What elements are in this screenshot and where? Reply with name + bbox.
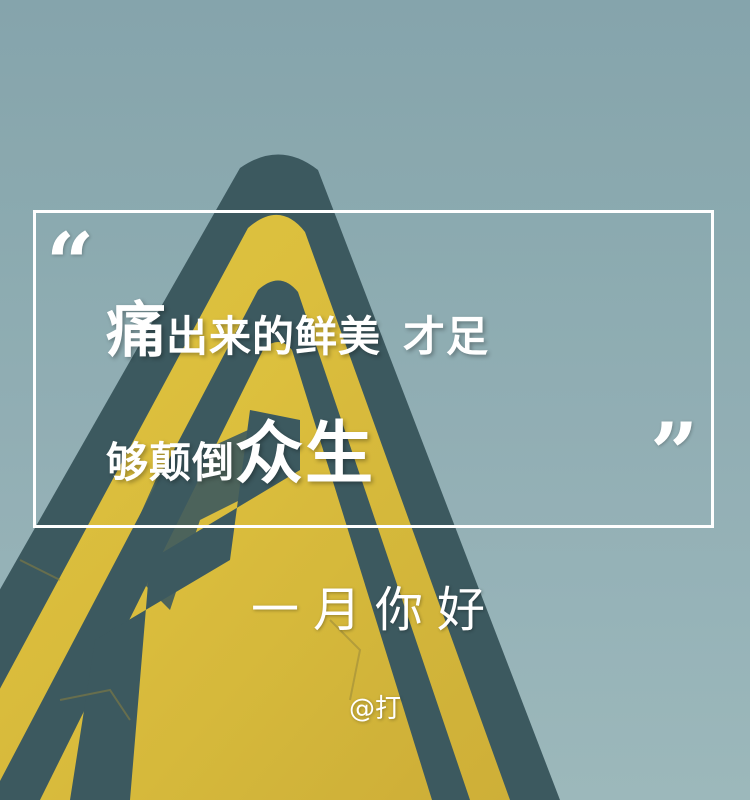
subtitle: 一月你好	[250, 582, 499, 638]
quote-text: 出来的鲜美	[166, 312, 382, 361]
open-quote-mark: “	[46, 214, 95, 313]
author-handle: @打	[348, 694, 401, 724]
quote-text: 够颠倒	[106, 438, 236, 487]
quote-text-tail: 才足	[403, 312, 490, 361]
quote-line-2: 够颠倒众生	[106, 398, 375, 494]
quote-line-1: 痛出来的鲜美 才足	[106, 282, 489, 366]
emphasis-char: 痛	[106, 296, 166, 366]
poster: “ ” 痛出来的鲜美 才足 够颠倒众生 一月你好 @打	[0, 0, 750, 800]
close-quote-mark: ”	[650, 404, 699, 503]
emphasis-text: 众生	[235, 415, 376, 494]
